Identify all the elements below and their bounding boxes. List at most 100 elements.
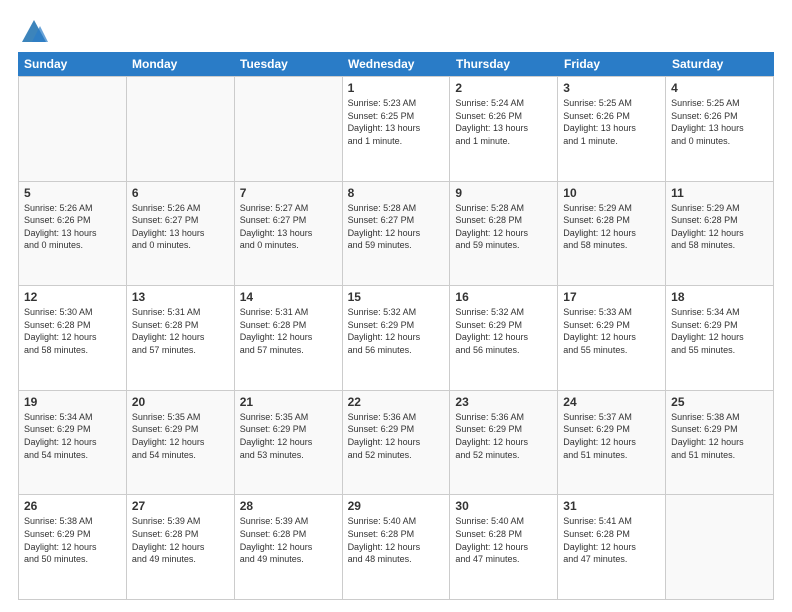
day-number: 28 (240, 499, 337, 513)
day-cell-26: 26 Sunrise: 5:38 AM Sunset: 6:29 PM Dayli… (19, 495, 127, 599)
day-number: 13 (132, 290, 229, 304)
day-number: 12 (24, 290, 121, 304)
day-cell-6: 6 Sunrise: 5:26 AM Sunset: 6:27 PM Daylig… (127, 182, 235, 286)
day-cell-16: 16Sunrise: 5:32 AM Sunset: 6:29 PM Dayli… (450, 286, 558, 390)
day-number: 29 (348, 499, 445, 513)
day-number: 27 (132, 499, 229, 513)
day-info: Sunrise: 5:27 AM Sunset: 6:27 PM Dayligh… (240, 202, 337, 252)
day-info: Sunrise: 5:41 AM Sunset: 6:28 PM Dayligh… (563, 515, 660, 565)
day-info: Sunrise: 5:31 AM Sunset: 6:28 PM Dayligh… (132, 306, 229, 356)
empty-cell (666, 495, 774, 599)
day-info: Sunrise: 5:36 AM Sunset: 6:29 PM Dayligh… (348, 411, 445, 461)
day-cell-15: 15 Sunrise: 5:32 AM Sunset: 6:29 PM Dayli… (343, 286, 451, 390)
day-number: 25 (671, 395, 768, 409)
day-number: 26 (24, 499, 121, 513)
day-cell-24: 24 Sunrise: 5:37 AM Sunset: 6:29 PM Dayli… (558, 391, 666, 495)
day-info: Sunrise: 5:40 AM Sunset: 6:28 PM Dayligh… (455, 515, 552, 565)
day-info: Sunrise: 5:25 AM Sunset: 6:26 PM Dayligh… (671, 97, 768, 147)
day-cell-30: 30Sunrise: 5:40 AM Sunset: 6:28 PM Dayli… (450, 495, 558, 599)
day-info: Sunrise: 5:25 AM Sunset: 6:26 PM Dayligh… (563, 97, 660, 147)
day-info: Sunrise: 5:39 AM Sunset: 6:28 PM Dayligh… (240, 515, 337, 565)
calendar-body: 1 Sunrise: 5:23 AM Sunset: 6:25 PM Daylig… (18, 76, 774, 600)
day-number: 18 (671, 290, 768, 304)
day-info: Sunrise: 5:28 AM Sunset: 6:28 PM Dayligh… (455, 202, 552, 252)
day-cell-19: 19 Sunrise: 5:34 AM Sunset: 6:29 PM Dayli… (19, 391, 127, 495)
day-number: 1 (348, 81, 445, 95)
day-of-week-friday: Friday (558, 52, 666, 76)
page-header (18, 18, 774, 42)
day-info: Sunrise: 5:26 AM Sunset: 6:26 PM Dayligh… (24, 202, 121, 252)
day-number: 9 (455, 186, 552, 200)
day-info: Sunrise: 5:31 AM Sunset: 6:28 PM Dayligh… (240, 306, 337, 356)
day-info: Sunrise: 5:29 AM Sunset: 6:28 PM Dayligh… (563, 202, 660, 252)
day-of-week-sunday: Sunday (18, 52, 126, 76)
day-cell-31: 31 Sunrise: 5:41 AM Sunset: 6:28 PM Dayli… (558, 495, 666, 599)
day-number: 6 (132, 186, 229, 200)
day-number: 3 (563, 81, 660, 95)
day-number: 17 (563, 290, 660, 304)
logo (18, 18, 48, 42)
logo-icon (20, 18, 48, 46)
day-cell-28: 28 Sunrise: 5:39 AM Sunset: 6:28 PM Dayli… (235, 495, 343, 599)
day-cell-9: 9 Sunrise: 5:28 AM Sunset: 6:28 PM Daylig… (450, 182, 558, 286)
day-cell-5: 5 Sunrise: 5:26 AM Sunset: 6:26 PM Daylig… (19, 182, 127, 286)
empty-cell (19, 77, 127, 181)
day-of-week-tuesday: Tuesday (234, 52, 342, 76)
day-number: 14 (240, 290, 337, 304)
day-number: 22 (348, 395, 445, 409)
empty-cell (235, 77, 343, 181)
day-number: 15 (348, 290, 445, 304)
week-row-5: 26 Sunrise: 5:38 AM Sunset: 6:29 PM Dayli… (19, 495, 774, 600)
week-row-2: 5 Sunrise: 5:26 AM Sunset: 6:26 PM Daylig… (19, 182, 774, 287)
day-cell-3: 3 Sunrise: 5:25 AM Sunset: 6:26 PM Daylig… (558, 77, 666, 181)
day-cell-8: 8 Sunrise: 5:28 AM Sunset: 6:27 PM Daylig… (343, 182, 451, 286)
day-info: Sunrise: 5:26 AM Sunset: 6:27 PM Dayligh… (132, 202, 229, 252)
day-info: Sunrise: 5:36 AM Sunset: 6:29 PM Dayligh… (455, 411, 552, 461)
week-row-4: 19 Sunrise: 5:34 AM Sunset: 6:29 PM Dayli… (19, 391, 774, 496)
day-cell-4: 4 Sunrise: 5:25 AM Sunset: 6:26 PM Daylig… (666, 77, 774, 181)
day-of-week-wednesday: Wednesday (342, 52, 450, 76)
day-number: 19 (24, 395, 121, 409)
day-cell-12: 12 Sunrise: 5:30 AM Sunset: 6:28 PM Dayli… (19, 286, 127, 390)
day-of-week-monday: Monday (126, 52, 234, 76)
day-cell-2: 2Sunrise: 5:24 AM Sunset: 6:26 PM Daylig… (450, 77, 558, 181)
calendar-header: SundayMondayTuesdayWednesdayThursdayFrid… (18, 52, 774, 76)
day-number: 8 (348, 186, 445, 200)
day-cell-22: 22 Sunrise: 5:36 AM Sunset: 6:29 PM Dayli… (343, 391, 451, 495)
day-cell-18: 18 Sunrise: 5:34 AM Sunset: 6:29 PM Dayli… (666, 286, 774, 390)
day-number: 24 (563, 395, 660, 409)
calendar: SundayMondayTuesdayWednesdayThursdayFrid… (18, 52, 774, 600)
day-info: Sunrise: 5:30 AM Sunset: 6:28 PM Dayligh… (24, 306, 121, 356)
day-number: 10 (563, 186, 660, 200)
day-cell-11: 11 Sunrise: 5:29 AM Sunset: 6:28 PM Dayli… (666, 182, 774, 286)
day-cell-27: 27 Sunrise: 5:39 AM Sunset: 6:28 PM Dayli… (127, 495, 235, 599)
day-info: Sunrise: 5:34 AM Sunset: 6:29 PM Dayligh… (671, 306, 768, 356)
day-info: Sunrise: 5:35 AM Sunset: 6:29 PM Dayligh… (240, 411, 337, 461)
day-info: Sunrise: 5:32 AM Sunset: 6:29 PM Dayligh… (455, 306, 552, 356)
day-of-week-saturday: Saturday (666, 52, 774, 76)
day-info: Sunrise: 5:23 AM Sunset: 6:25 PM Dayligh… (348, 97, 445, 147)
day-of-week-thursday: Thursday (450, 52, 558, 76)
day-info: Sunrise: 5:38 AM Sunset: 6:29 PM Dayligh… (24, 515, 121, 565)
day-number: 4 (671, 81, 768, 95)
day-info: Sunrise: 5:37 AM Sunset: 6:29 PM Dayligh… (563, 411, 660, 461)
day-number: 20 (132, 395, 229, 409)
day-info: Sunrise: 5:28 AM Sunset: 6:27 PM Dayligh… (348, 202, 445, 252)
week-row-3: 12 Sunrise: 5:30 AM Sunset: 6:28 PM Dayli… (19, 286, 774, 391)
day-info: Sunrise: 5:29 AM Sunset: 6:28 PM Dayligh… (671, 202, 768, 252)
day-number: 31 (563, 499, 660, 513)
day-number: 23 (455, 395, 552, 409)
day-number: 11 (671, 186, 768, 200)
day-cell-23: 23 Sunrise: 5:36 AM Sunset: 6:29 PM Dayli… (450, 391, 558, 495)
day-info: Sunrise: 5:32 AM Sunset: 6:29 PM Dayligh… (348, 306, 445, 356)
day-cell-10: 10 Sunrise: 5:29 AM Sunset: 6:28 PM Dayli… (558, 182, 666, 286)
day-number: 5 (24, 186, 121, 200)
empty-cell (127, 77, 235, 181)
day-info: Sunrise: 5:40 AM Sunset: 6:28 PM Dayligh… (348, 515, 445, 565)
day-info: Sunrise: 5:34 AM Sunset: 6:29 PM Dayligh… (24, 411, 121, 461)
day-cell-21: 21Sunrise: 5:35 AM Sunset: 6:29 PM Dayli… (235, 391, 343, 495)
day-cell-1: 1 Sunrise: 5:23 AM Sunset: 6:25 PM Daylig… (343, 77, 451, 181)
day-number: 2 (455, 81, 552, 95)
day-info: Sunrise: 5:39 AM Sunset: 6:28 PM Dayligh… (132, 515, 229, 565)
day-cell-29: 29 Sunrise: 5:40 AM Sunset: 6:28 PM Dayli… (343, 495, 451, 599)
